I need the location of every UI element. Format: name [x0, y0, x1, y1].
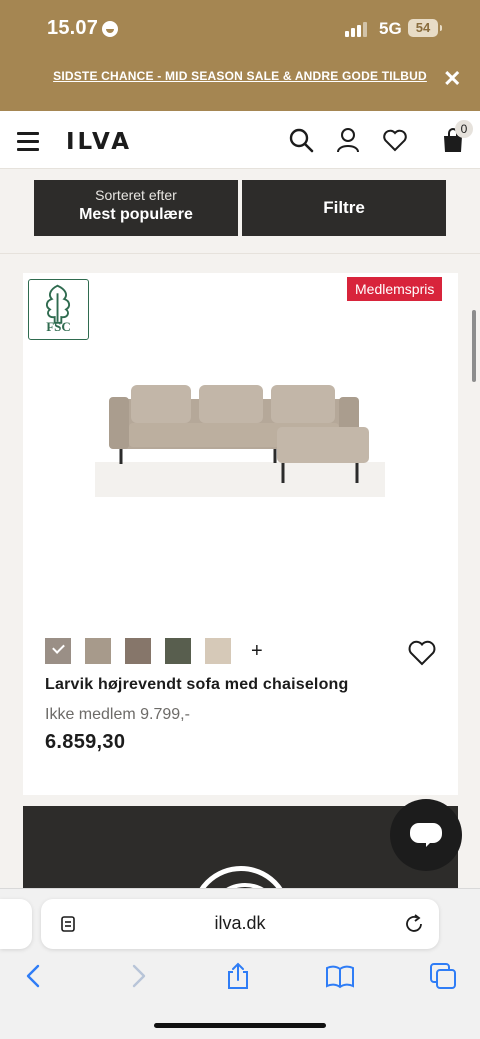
product-price: 6.859,30 [45, 731, 126, 753]
sofa-product-image[interactable] [95, 367, 385, 497]
browser-toolbar: ilva.dk [0, 888, 480, 1039]
account-icon[interactable] [335, 127, 361, 153]
favorite-heart-icon[interactable] [407, 639, 437, 667]
fsc-label: FSC [46, 319, 71, 334]
product-card[interactable]: FSC Medlemspris + Larvik højrevendt sofa… [23, 273, 458, 795]
menu-icon[interactable] [17, 132, 39, 151]
network-type: 5G [379, 19, 402, 38]
cart-count-badge: 0 [455, 120, 473, 138]
color-swatches: + [45, 638, 263, 664]
forward-icon[interactable] [123, 961, 153, 991]
color-swatch[interactable] [125, 638, 151, 664]
member-price-badge: Medlemspris [347, 277, 443, 301]
back-icon[interactable] [19, 961, 49, 991]
scrollbar[interactable] [472, 310, 476, 382]
chat-button[interactable] [390, 799, 462, 871]
non-member-price: Ikke medlem 9.799,- [45, 706, 190, 723]
sort-caption: Sorteret efter [95, 187, 177, 203]
home-indicator [154, 1023, 326, 1028]
logo[interactable]: ILVA [66, 129, 132, 155]
share-icon[interactable] [223, 961, 253, 991]
color-swatch[interactable] [45, 638, 71, 664]
url-text: ilva.dk [214, 913, 266, 933]
cell-signal-icon [345, 22, 367, 37]
top-banner: 15.07 5G 54 SIDSTE CHANCE - MID SEASON S… [0, 0, 480, 111]
tabs-icon[interactable] [428, 961, 458, 991]
bookmarks-icon[interactable] [325, 961, 355, 991]
previous-tab[interactable] [0, 899, 32, 949]
wishlist-heart-icon[interactable] [382, 127, 408, 153]
site-header: ILVA [0, 111, 480, 169]
color-swatch[interactable] [205, 638, 231, 664]
sort-value: Mest populære [79, 206, 193, 223]
sort-button[interactable]: Sorteret efter Mest populære [34, 180, 238, 236]
divider [0, 253, 480, 254]
address-bar[interactable]: ilva.dk [41, 899, 439, 949]
color-swatch[interactable] [165, 638, 191, 664]
battery-icon: 54 [408, 19, 442, 37]
color-swatch[interactable] [85, 638, 111, 664]
more-colors-button[interactable]: + [251, 640, 263, 663]
status-time: 15.07 [47, 17, 99, 39]
close-icon[interactable]: ✕ [443, 68, 461, 90]
smiley-icon [102, 21, 118, 37]
reload-icon[interactable] [403, 913, 425, 935]
fsc-certification-badge: FSC [28, 279, 89, 340]
product-name[interactable]: Larvik højrevendt sofa med chaiselong [45, 676, 349, 694]
filter-button[interactable]: Filtre [242, 180, 446, 236]
promo-link[interactable]: SIDSTE CHANCE - MID SEASON SALE & ANDRE … [0, 69, 480, 83]
filter-label: Filtre [323, 198, 365, 217]
search-icon[interactable] [288, 127, 314, 153]
